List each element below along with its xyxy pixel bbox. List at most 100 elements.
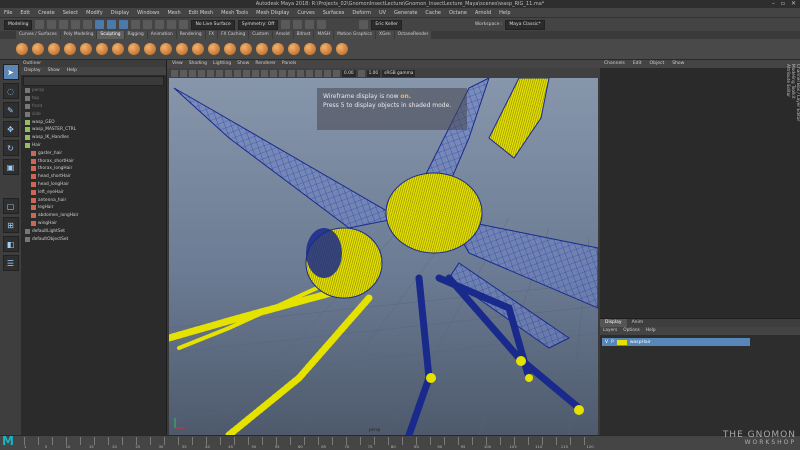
- user-account-dropdown[interactable]: Eric Keller: [371, 19, 402, 30]
- sculpt-brush-icon[interactable]: [16, 43, 28, 55]
- channel-menu-object[interactable]: Object: [650, 60, 665, 68]
- film-gate-icon[interactable]: [216, 69, 223, 77]
- outliner-item[interactable]: abdomen_longHair: [21, 212, 166, 220]
- bulge-brush-icon[interactable]: [256, 43, 268, 55]
- outliner-item[interactable]: persp: [21, 87, 166, 95]
- live-surface-field[interactable]: No Live Surface: [191, 19, 235, 30]
- minimize-icon[interactable]: –: [772, 0, 775, 8]
- shelf-tab-fx-caching[interactable]: FX Caching: [218, 31, 249, 39]
- outliner-item[interactable]: left_eyeHair: [21, 188, 166, 196]
- outliner-item[interactable]: top: [21, 95, 166, 103]
- shelf-tab-arnold[interactable]: Arnold: [272, 31, 293, 39]
- menu-edit-mesh[interactable]: Edit Mesh: [189, 10, 213, 16]
- viewport-menu-show[interactable]: Show: [237, 60, 249, 68]
- menu-octane[interactable]: Octane: [449, 10, 467, 16]
- outliner-item[interactable]: gaster_hair: [21, 149, 166, 157]
- close-icon[interactable]: ✕: [791, 0, 796, 8]
- channel-menu-channels[interactable]: Channels: [604, 60, 625, 68]
- ipr-render-icon[interactable]: [293, 20, 303, 29]
- menu-edit[interactable]: Edit: [20, 10, 30, 16]
- ambient-occlusion-icon[interactable]: [297, 69, 304, 77]
- viewport-menu-renderer[interactable]: Renderer: [255, 60, 276, 68]
- layer-row-wasphair[interactable]: V P waspHair: [602, 338, 750, 346]
- menu-uv[interactable]: UV: [379, 10, 386, 16]
- move-tool-icon[interactable]: ✥: [2, 121, 19, 137]
- magnet-icon[interactable]: [179, 20, 189, 29]
- menu-cache[interactable]: Cache: [425, 10, 441, 16]
- smooth-brush-icon[interactable]: [32, 43, 44, 55]
- save-scene-icon[interactable]: [59, 20, 69, 29]
- camera-attributes-icon[interactable]: [180, 69, 187, 77]
- layer-menu-options[interactable]: Options: [623, 327, 640, 335]
- imprint-brush-icon[interactable]: [160, 43, 172, 55]
- outliner-item[interactable]: wasp_GEO: [21, 118, 166, 126]
- foamy-brush-icon[interactable]: [112, 43, 124, 55]
- amplify-brush-icon[interactable]: [272, 43, 284, 55]
- repeat-brush-icon[interactable]: [144, 43, 156, 55]
- shelf-tab-poly-modeling[interactable]: Poly Modeling: [60, 31, 97, 39]
- camera-select-icon[interactable]: [171, 69, 178, 77]
- resolution-gate-icon[interactable]: [225, 69, 232, 77]
- outliner-item[interactable]: wasp_IK_Handles: [21, 134, 166, 142]
- paint-select-tool-icon[interactable]: ✎: [2, 102, 19, 118]
- lasso-tool-icon[interactable]: ◌: [2, 83, 19, 99]
- side-tab-channel-box[interactable]: Channel Box / Layer Editor: [795, 64, 800, 256]
- knife-brush-icon[interactable]: [224, 43, 236, 55]
- shelf-tab-mash[interactable]: MASH: [314, 31, 334, 39]
- relax-brush-icon[interactable]: [48, 43, 60, 55]
- render-settings-icon[interactable]: [305, 20, 315, 29]
- textured-icon[interactable]: [270, 69, 277, 77]
- tab-display-layers[interactable]: Display: [600, 319, 627, 327]
- outliner-item[interactable]: antenna_hair: [21, 196, 166, 204]
- side-tab-attribute-editor[interactable]: Attribute Editor: [785, 64, 790, 256]
- outliner-item[interactable]: wasp_MASTER_CTRL: [21, 126, 166, 134]
- gamma-field[interactable]: 1.00: [366, 69, 381, 77]
- viewport-menu-view[interactable]: View: [172, 60, 183, 68]
- wireframe-on-shaded-icon[interactable]: [261, 69, 268, 77]
- layer-menu-layers[interactable]: Layers: [603, 327, 617, 335]
- shelf-tab-sculpting[interactable]: Sculpting: [97, 31, 124, 39]
- xray-joints-icon[interactable]: [324, 69, 331, 77]
- menu-file[interactable]: File: [4, 10, 12, 16]
- snap-surface-icon[interactable]: [167, 20, 177, 29]
- shelf-tab-motion-graphics[interactable]: Motion Graphics: [334, 31, 376, 39]
- menu-surfaces[interactable]: Surfaces: [323, 10, 345, 16]
- viewport-canvas[interactable]: Wireframe display is now on. Press 5 to …: [169, 78, 598, 435]
- smooth-shade-icon[interactable]: [252, 69, 259, 77]
- grid-icon[interactable]: [207, 69, 214, 77]
- scale-tool-icon[interactable]: ▣: [2, 159, 19, 175]
- channel-menu-edit[interactable]: Edit: [633, 60, 642, 68]
- color-space-dropdown[interactable]: sRGB gamma: [382, 69, 416, 77]
- outliner-item[interactable]: front: [21, 103, 166, 111]
- select-tool-icon[interactable]: ➤: [2, 64, 19, 80]
- menu-generate[interactable]: Generate: [394, 10, 417, 16]
- erase-brush-icon[interactable]: [336, 43, 348, 55]
- select-hierarchy-icon[interactable]: [95, 20, 105, 29]
- shelf-tab-rendering[interactable]: Rendering: [176, 31, 205, 39]
- freeze-brush-icon[interactable]: [288, 43, 300, 55]
- outliner-item[interactable]: side: [21, 110, 166, 118]
- outliner-menu-show[interactable]: Show: [48, 67, 60, 75]
- gamma-icon[interactable]: [357, 69, 365, 77]
- menu-create[interactable]: Create: [38, 10, 55, 16]
- viewport-menu-lighting[interactable]: Lighting: [213, 60, 231, 68]
- grab-brush-icon[interactable]: [64, 43, 76, 55]
- exposure-field[interactable]: 0.00: [342, 69, 356, 77]
- mask-brush-icon[interactable]: [320, 43, 332, 55]
- xray-icon[interactable]: [315, 69, 322, 77]
- mode-dropdown[interactable]: Modeling: [4, 19, 33, 30]
- wireframe-icon[interactable]: [243, 69, 250, 77]
- new-scene-icon[interactable]: [35, 20, 45, 29]
- pinch-brush-icon[interactable]: [80, 43, 92, 55]
- outliner-menu-display[interactable]: Display: [24, 67, 41, 75]
- shelf-tab-bifrost[interactable]: Bifrost: [293, 31, 314, 39]
- shelf-tab-fx[interactable]: FX: [205, 31, 218, 39]
- shelf-tab-xgen[interactable]: XGen: [376, 31, 394, 39]
- wax-brush-icon[interactable]: [176, 43, 188, 55]
- open-scene-icon[interactable]: [47, 20, 57, 29]
- rotate-tool-icon[interactable]: ↻: [2, 140, 19, 156]
- spray-brush-icon[interactable]: [128, 43, 140, 55]
- menu-modify[interactable]: Modify: [86, 10, 103, 16]
- shelf-tab-octanerender[interactable]: OctaneRender: [394, 31, 432, 39]
- lights-icon[interactable]: [279, 69, 286, 77]
